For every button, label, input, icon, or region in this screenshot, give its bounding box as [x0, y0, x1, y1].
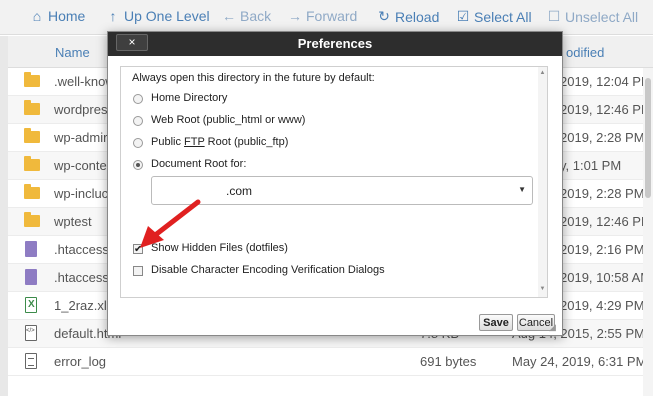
- back-label: Back: [240, 8, 272, 24]
- left-panel-edge: [0, 36, 8, 396]
- checkbox-checked-icon: ☑: [456, 8, 470, 24]
- folder-icon: [24, 212, 40, 227]
- arrow-right-icon: →: [288, 8, 302, 24]
- column-header-modified[interactable]: odified: [566, 45, 604, 60]
- radio-document-root-label[interactable]: Document Root for:: [151, 158, 246, 170]
- file-name[interactable]: wptest: [54, 214, 92, 229]
- file-modified: 2019, 10:58 AM: [560, 270, 652, 285]
- file-modified: 2019, 12:46 PM: [560, 102, 652, 117]
- text-file-icon: [25, 353, 37, 369]
- dialog-title-bar[interactable]: Preferences ×: [108, 32, 562, 56]
- file-name[interactable]: .well-know: [54, 74, 115, 89]
- folder-icon: [24, 128, 40, 143]
- back-button[interactable]: ← Back: [222, 8, 271, 24]
- up-one-level-button[interactable]: ↑ Up One Level: [106, 8, 210, 24]
- html-file-icon: [25, 325, 37, 341]
- spreadsheet-file-icon: [25, 297, 37, 313]
- radio-web-root-label[interactable]: Web Root (public_html or www): [151, 114, 305, 126]
- disable-encoding-verification-checkbox[interactable]: [133, 266, 143, 276]
- file-icon: [25, 269, 37, 285]
- ftp-underlined-text: FTP: [184, 136, 205, 148]
- file-modified: 2019, 2:28 PM: [560, 130, 645, 145]
- arrow-up-icon: ↑: [109, 8, 117, 24]
- folder-icon: [24, 184, 40, 199]
- file-modified: 2019, 2:28 PM: [560, 186, 645, 201]
- dialog-body: Always open this directory in the future…: [120, 66, 548, 298]
- scroll-down-icon[interactable]: ▼: [538, 285, 547, 294]
- folder-icon: [24, 100, 40, 115]
- file-name[interactable]: wp-incluc: [54, 186, 108, 201]
- file-manager-toolbar: ⌂ Home ↑ Up One Level ← Back → Forward ↻…: [0, 0, 653, 35]
- file-name[interactable]: wp-conte: [54, 158, 107, 173]
- annotation-arrow-icon: [140, 199, 201, 248]
- select-all-button[interactable]: ☑ Select All: [456, 8, 532, 25]
- table-row[interactable]: error_log 691 bytes May 24, 2019, 6:31 PM: [0, 348, 653, 376]
- file-modified: y, 1:01 PM: [560, 158, 622, 173]
- radio-public-ftp-root-label[interactable]: Public FTP Root (public_ftp): [151, 136, 288, 148]
- disable-encoding-verification-label[interactable]: Disable Character Encoding Verification …: [151, 264, 385, 276]
- up-one-level-label: Up One Level: [124, 8, 210, 24]
- reload-label: Reload: [395, 8, 440, 25]
- file-name[interactable]: error_log: [54, 354, 106, 369]
- unselect-all-button[interactable]: ☐ Unselect All: [547, 8, 638, 25]
- file-name[interactable]: wordpres: [54, 102, 107, 117]
- chevron-down-icon: ▼: [518, 185, 526, 194]
- radio-home-directory[interactable]: [133, 94, 143, 104]
- home-label: Home: [48, 8, 86, 24]
- close-button[interactable]: ×: [116, 34, 148, 51]
- radio-web-root[interactable]: [133, 116, 143, 126]
- file-modified: 2019, 12:46 PM: [560, 214, 652, 229]
- arrow-left-icon: ←: [222, 8, 236, 24]
- home-icon: ⌂: [32, 8, 42, 24]
- file-icon: [25, 241, 37, 257]
- file-name[interactable]: 1_2raz.xl: [54, 298, 107, 313]
- save-button[interactable]: Save: [479, 314, 513, 331]
- folder-icon: [24, 156, 40, 171]
- file-modified: May 24, 2019, 6:31 PM: [512, 354, 647, 369]
- unselect-all-label: Unselect All: [565, 8, 639, 25]
- close-icon: ×: [128, 35, 136, 49]
- file-name[interactable]: wp-admir: [54, 130, 107, 145]
- reload-button[interactable]: ↻ Reload: [377, 8, 439, 25]
- home-button[interactable]: ⌂ Home: [30, 8, 86, 24]
- file-name[interactable]: .htaccess: [54, 242, 109, 257]
- file-modified: 2019, 2:16 PM: [560, 242, 645, 257]
- dialog-scrollbar[interactable]: ▲ ▼: [538, 67, 547, 297]
- ftp-suffix-text: Root (public_ftp): [204, 136, 289, 148]
- resize-grip-icon[interactable]: ◢: [549, 322, 559, 332]
- checkbox-empty-icon: ☐: [547, 8, 561, 24]
- file-list-scrollbar[interactable]: [643, 68, 653, 396]
- domain-select-value: .com: [226, 184, 253, 198]
- reload-icon: ↻: [378, 8, 390, 24]
- radio-home-directory-label[interactable]: Home Directory: [151, 92, 227, 104]
- select-all-label: Select All: [474, 8, 532, 25]
- file-modified: 2019, 4:29 PM: [560, 298, 645, 313]
- default-directory-intro: Always open this directory in the future…: [132, 72, 375, 84]
- file-name[interactable]: .htaccess: [54, 270, 109, 285]
- forward-button[interactable]: → Forward: [288, 8, 357, 24]
- folder-icon: [24, 72, 40, 87]
- radio-public-ftp-root[interactable]: [133, 138, 143, 148]
- ftp-prefix-text: Public: [151, 136, 185, 148]
- file-size: 691 bytes: [420, 354, 477, 369]
- radio-document-root[interactable]: [133, 160, 143, 170]
- forward-label: Forward: [306, 8, 358, 24]
- column-header-name[interactable]: Name: [55, 45, 90, 60]
- preferences-dialog: Preferences × Always open this directory…: [107, 31, 563, 336]
- scroll-up-icon[interactable]: ▲: [538, 69, 547, 78]
- dialog-title: Preferences: [297, 36, 373, 51]
- file-modified: 2019, 12:04 PM: [560, 74, 652, 89]
